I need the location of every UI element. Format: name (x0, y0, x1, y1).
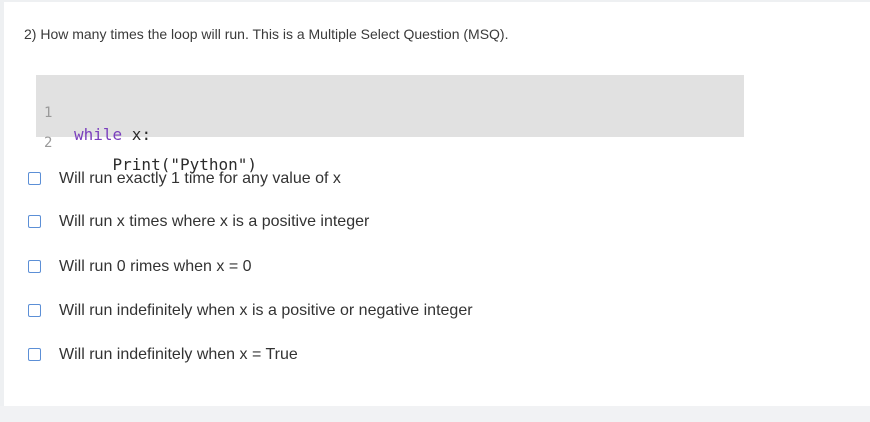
option-row[interactable]: Will run indefinitely when x is a positi… (28, 301, 628, 321)
option-label[interactable]: Will run exactly 1 time for any value of… (59, 169, 341, 189)
question-card: 2) How many times the loop will run. Thi… (4, 2, 870, 406)
line-number: 2 (44, 135, 53, 151)
option-label[interactable]: Will run indefinitely when x is a positi… (59, 301, 473, 321)
option-row[interactable]: Will run indefinitely when x = True (28, 345, 628, 365)
checkbox[interactable] (28, 348, 41, 361)
checkbox[interactable] (28, 215, 41, 228)
code-block: 1 while x: 2 Print("Python") (36, 75, 744, 174)
checkbox[interactable] (28, 260, 41, 273)
option-label[interactable]: Will run indefinitely when x = True (59, 345, 298, 365)
question-text: 2) How many times the loop will run. Thi… (24, 26, 509, 42)
option-label[interactable]: Will run 0 rimes when x = 0 (59, 257, 252, 277)
option-label[interactable]: Will run x times where x is a positive i… (59, 212, 369, 232)
checkbox[interactable] (28, 304, 41, 317)
option-row[interactable]: Will run exactly 1 time for any value of… (28, 169, 628, 189)
code-line: 1 while x: (36, 80, 151, 144)
checkbox[interactable] (28, 172, 41, 185)
code-rest: x: (122, 125, 152, 144)
page-footer-strip (0, 406, 870, 422)
code-line: 2 Print("Python") (36, 110, 257, 174)
option-row[interactable]: Will run 0 rimes when x = 0 (28, 257, 628, 277)
option-row[interactable]: Will run x times where x is a positive i… (28, 212, 628, 232)
